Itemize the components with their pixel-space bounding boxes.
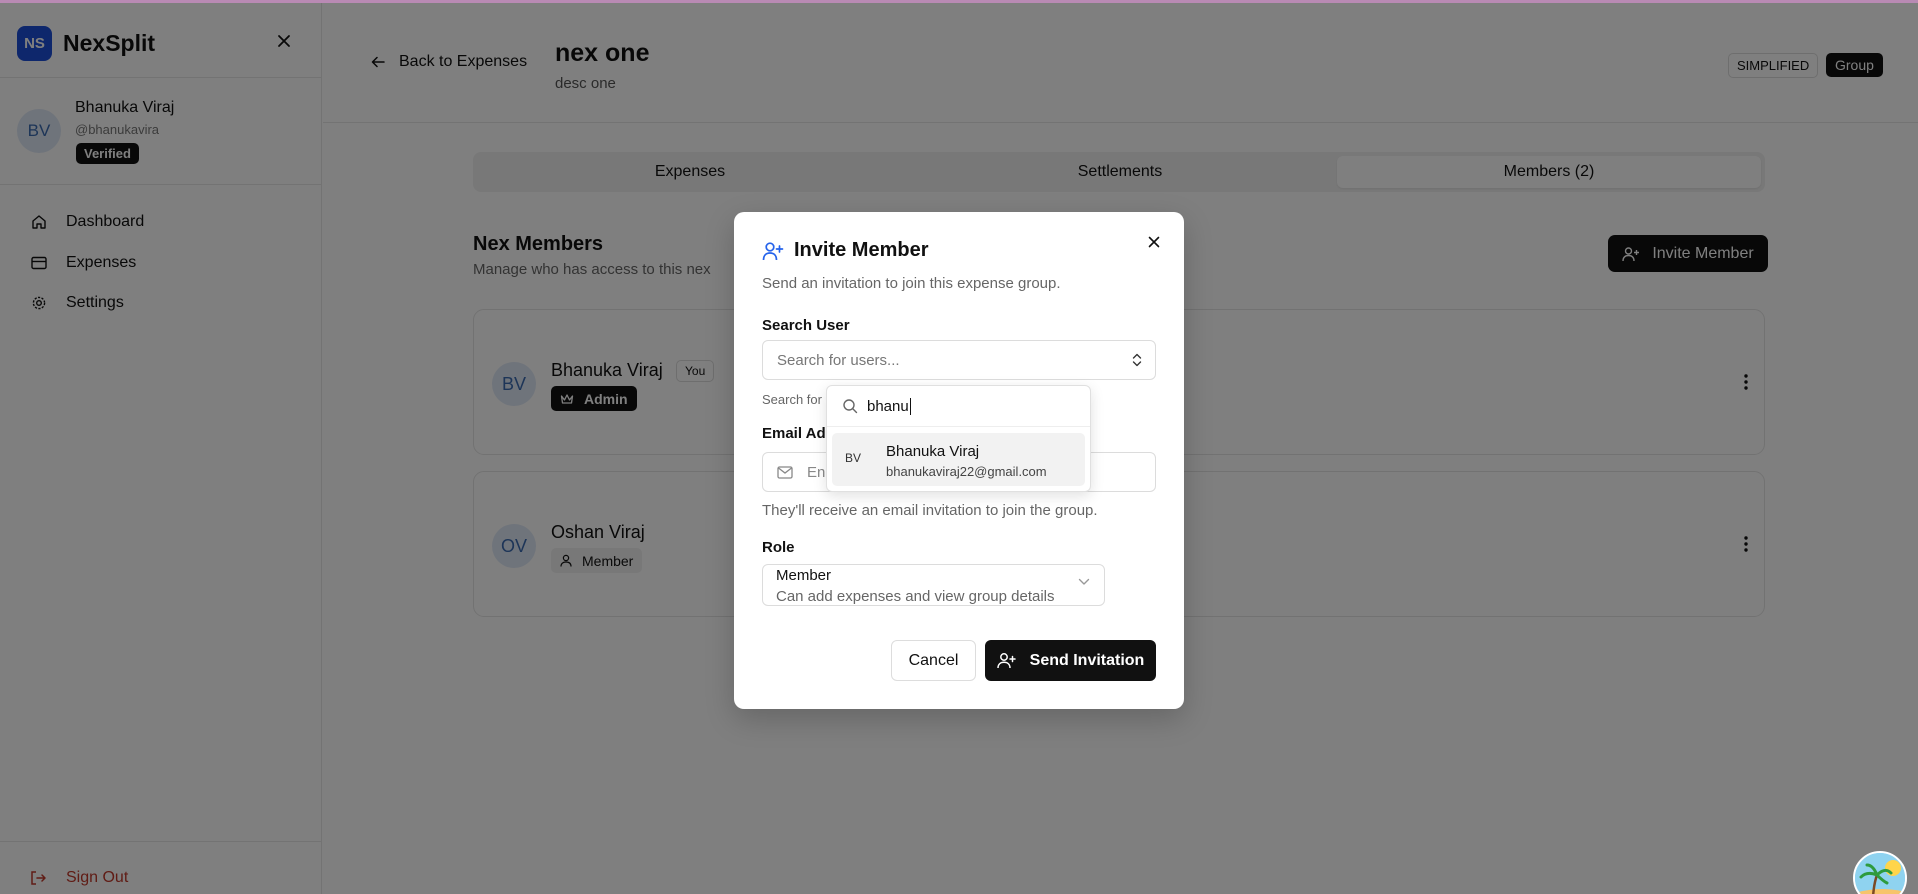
close-dialog-button[interactable] xyxy=(1143,231,1165,253)
chevrons-up-down-icon xyxy=(1131,352,1143,368)
mail-icon xyxy=(777,465,793,479)
role-select-value: Member xyxy=(776,567,832,584)
user-search-dropdown: bhanu BV Bhanuka Viraj bhanukaviraj22@gm… xyxy=(826,385,1091,492)
email-label: Email Ad xyxy=(762,425,826,442)
chevron-down-icon xyxy=(1078,578,1090,586)
dialog-title: Invite Member xyxy=(762,239,928,262)
email-placeholder: En xyxy=(807,463,826,481)
dropdown-search-input[interactable]: bhanu xyxy=(827,386,1090,427)
result-name: Bhanuka Viraj xyxy=(886,443,980,460)
role-select-description: Can add expenses and view group details xyxy=(776,588,1055,605)
user-search-combobox[interactable]: Search for users... xyxy=(762,340,1156,380)
role-label: Role xyxy=(762,539,795,556)
dialog-title-text: Invite Member xyxy=(794,239,929,261)
dialog-description: Send an invitation to join this expense … xyxy=(762,275,1061,292)
send-invitation-label: Send Invitation xyxy=(1029,651,1145,669)
text-cursor xyxy=(909,397,911,415)
search-user-label: Search User xyxy=(762,317,850,334)
search-icon xyxy=(842,398,858,414)
result-email: bhanukaviraj22@gmail.com xyxy=(886,464,1047,479)
search-query: bhanu xyxy=(867,397,909,415)
email-help-text: They'll receive an email invitation to j… xyxy=(762,502,1098,519)
close-icon xyxy=(1148,236,1160,248)
role-select[interactable]: Member Can add expenses and view group d… xyxy=(762,564,1105,606)
search-result-item[interactable]: BV Bhanuka Viraj bhanukaviraj22@gmail.co… xyxy=(832,433,1085,486)
beach-icon xyxy=(1855,853,1905,894)
avatar: BV xyxy=(845,451,862,465)
search-help-text: Search for xyxy=(762,392,822,407)
cancel-button[interactable]: Cancel xyxy=(891,640,976,681)
user-plus-icon xyxy=(762,241,784,261)
top-accent-line xyxy=(0,0,1918,3)
combobox-placeholder: Search for users... xyxy=(777,351,900,369)
send-invitation-button[interactable]: Send Invitation xyxy=(985,640,1156,681)
user-plus-icon xyxy=(996,652,1016,669)
